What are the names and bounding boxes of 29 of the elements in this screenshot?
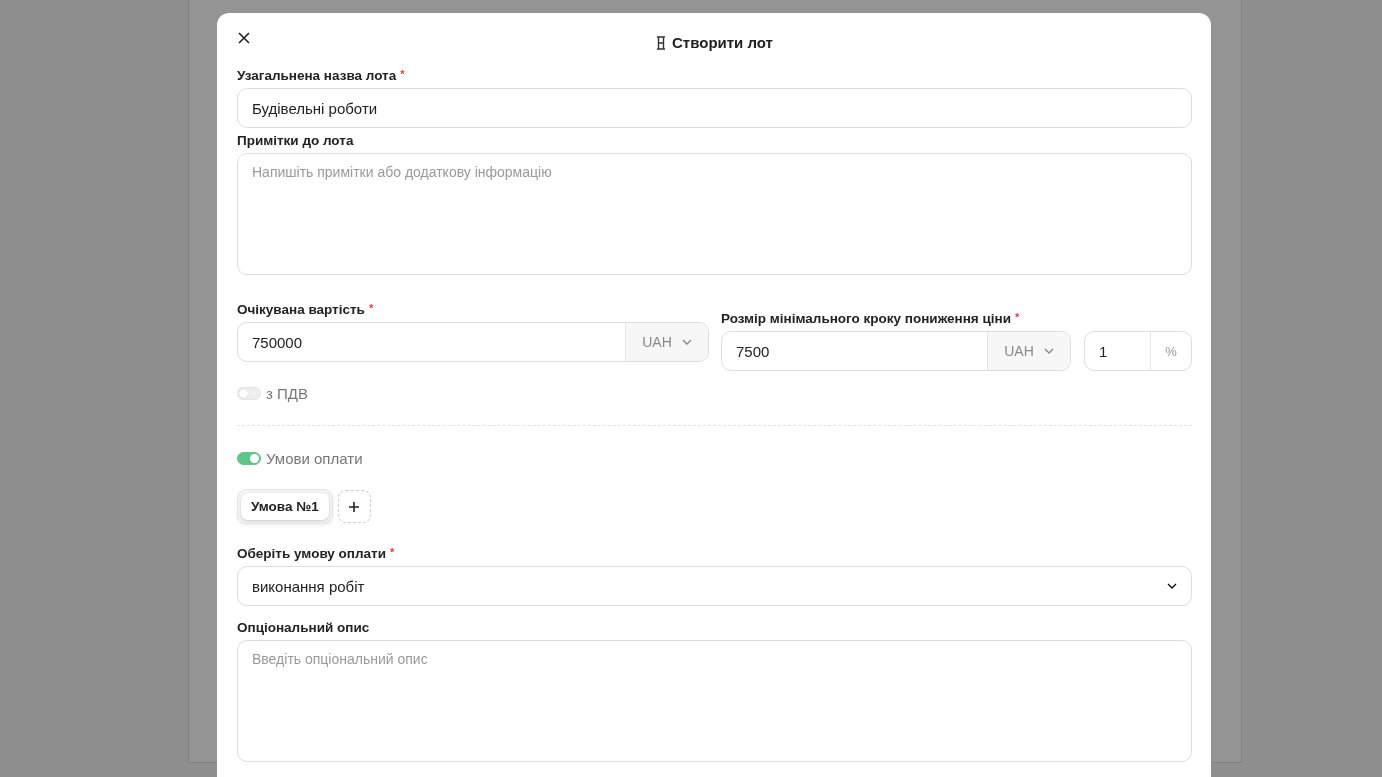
toggle-label: Умови оплати xyxy=(266,450,363,467)
input-field[interactable]: 7500 UAH xyxy=(721,331,1071,371)
percent-field[interactable]: 1 % xyxy=(1084,331,1192,371)
required-mark: * xyxy=(400,68,405,80)
dropdown[interactable]: виконання робіт xyxy=(237,566,1192,606)
add-button[interactable] xyxy=(337,490,371,523)
condition-tab[interactable]: Умова №1 xyxy=(241,493,329,520)
chevron-down-icon xyxy=(1167,583,1177,589)
close-icon xyxy=(238,32,250,44)
field-label: Узагальнена назва лота xyxy=(237,68,397,83)
text-area[interactable]: Напишіть примітки або додаткову інформацію xyxy=(237,153,1192,275)
field-label: Розмір мінімального кроку пониження ціни xyxy=(721,311,1011,326)
dialog-title: Створити лот xyxy=(672,34,773,51)
plus-icon xyxy=(348,500,361,513)
field-label: Очікувана вартість xyxy=(237,302,365,317)
chevron-down-icon xyxy=(681,339,692,345)
field-label: Опціональний опис xyxy=(237,620,370,635)
unit-label: % xyxy=(1150,332,1191,370)
field-label: Оберіть умову оплати xyxy=(237,546,386,561)
field-label: Примітки до лота xyxy=(237,133,354,148)
toggle-switch[interactable] xyxy=(237,452,261,465)
toggle-label: з ПДВ xyxy=(266,385,308,402)
required-mark: * xyxy=(368,302,374,314)
required-mark: * xyxy=(390,546,395,558)
required-mark: * xyxy=(1015,311,1020,323)
chevron-down-icon xyxy=(1043,348,1054,354)
text-area[interactable]: Введіть опціональний опис xyxy=(237,640,1192,762)
input-field[interactable]: 750000 UAH xyxy=(237,322,709,362)
input-field[interactable]: Будівельні роботи xyxy=(237,88,1192,128)
